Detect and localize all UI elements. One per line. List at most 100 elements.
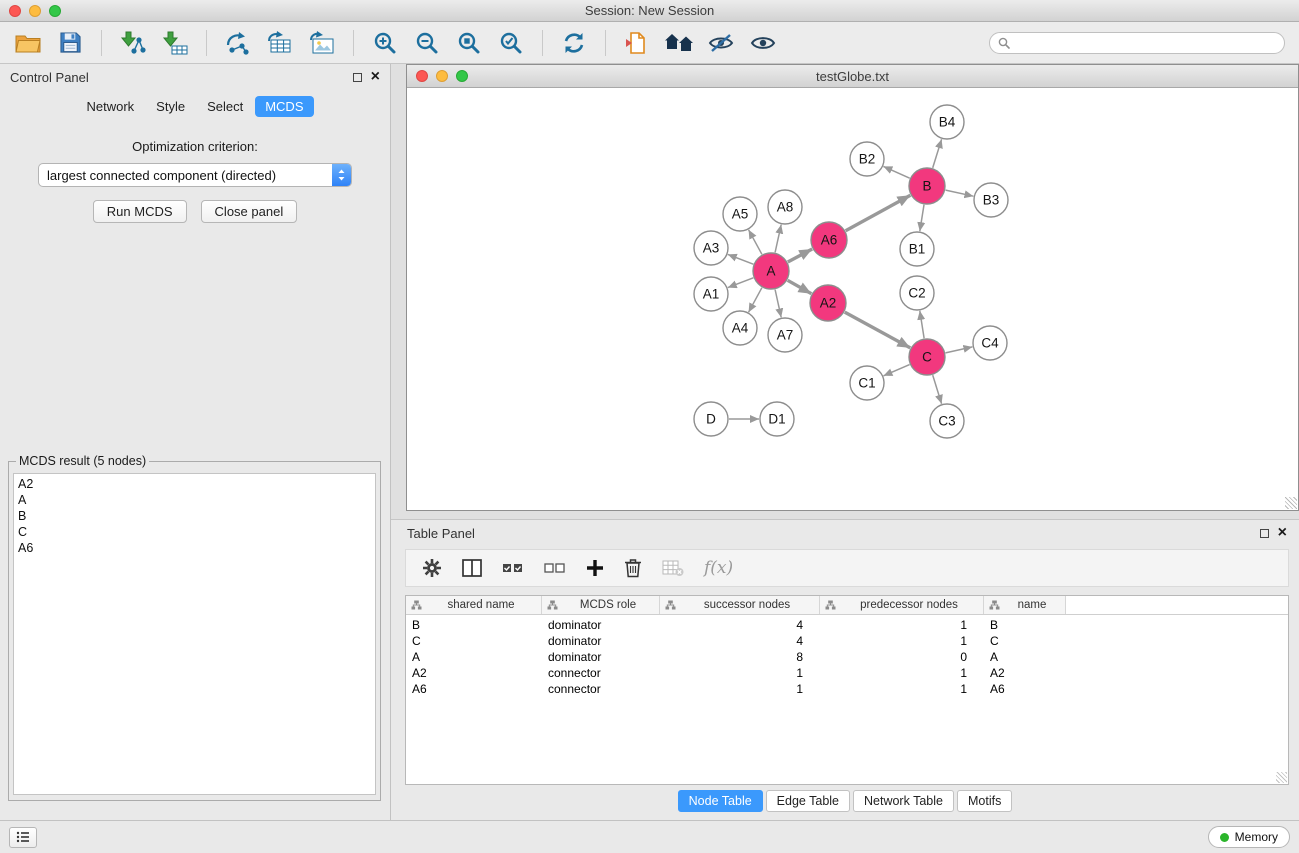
edge-A-A5[interactable]	[749, 230, 762, 255]
graph-node-C1[interactable]: C1	[850, 366, 884, 400]
graph-node-A6[interactable]: A6	[811, 222, 847, 258]
tab-network[interactable]: Network	[76, 96, 144, 117]
graph-node-C3[interactable]: C3	[930, 404, 964, 438]
edge-B-B3[interactable]	[946, 190, 974, 196]
mcds-result-item[interactable]: A2	[18, 476, 375, 492]
tab-edge-table[interactable]: Edge Table	[766, 790, 850, 812]
edge-A-A8[interactable]	[775, 225, 781, 253]
zoom-fit-button[interactable]	[451, 26, 487, 60]
edge-A-A2[interactable]	[788, 280, 812, 293]
save-session-button[interactable]	[52, 26, 88, 60]
deselect-all-button[interactable]	[544, 561, 566, 575]
edge-B-B4[interactable]	[933, 139, 942, 168]
edge-C-C2[interactable]	[920, 311, 924, 338]
edge-A6-B[interactable]	[846, 195, 911, 231]
graph-node-B4[interactable]: B4	[930, 105, 964, 139]
close-table-panel-icon[interactable]: ×	[1278, 525, 1287, 541]
home-views-button[interactable]	[661, 26, 697, 60]
run-mcds-button[interactable]: Run MCDS	[93, 200, 187, 223]
table-row-B[interactable]: Bdominator41B	[406, 617, 1288, 633]
close-network-window-button[interactable]	[416, 70, 428, 82]
search-input[interactable]	[1015, 36, 1276, 50]
tab-motifs[interactable]: Motifs	[957, 790, 1012, 812]
close-window-button[interactable]	[9, 5, 21, 17]
memory-button[interactable]: Memory	[1208, 826, 1290, 848]
hide-details-button[interactable]	[703, 26, 739, 60]
tab-style[interactable]: Style	[146, 96, 195, 117]
edge-A-A1[interactable]	[728, 278, 754, 288]
mcds-result-item[interactable]: C	[18, 524, 375, 540]
zoom-out-button[interactable]	[409, 26, 445, 60]
graph-node-B3[interactable]: B3	[974, 183, 1008, 217]
graph-node-A4[interactable]: A4	[723, 311, 757, 345]
zoom-selected-button[interactable]	[493, 26, 529, 60]
graph-node-A3[interactable]: A3	[694, 231, 728, 265]
optimization-dropdown[interactable]: largest connected component (directed)	[38, 163, 352, 187]
column-header-predecessor-nodes[interactable]: predecessor nodes	[820, 596, 984, 614]
edge-C-C4[interactable]	[946, 347, 973, 353]
close-panel-button[interactable]: Close panel	[201, 200, 298, 223]
tab-mcds[interactable]: MCDS	[255, 96, 313, 117]
tab-select[interactable]: Select	[197, 96, 253, 117]
graph-node-B[interactable]: B	[909, 168, 945, 204]
tab-node-table[interactable]: Node Table	[678, 790, 763, 812]
export-image-button[interactable]	[304, 26, 340, 60]
search-field[interactable]	[989, 32, 1285, 54]
show-columns-button[interactable]	[462, 559, 482, 577]
column-header-MCDS-role[interactable]: MCDS role	[542, 596, 660, 614]
graph-node-D[interactable]: D	[694, 402, 728, 436]
select-all-button[interactable]	[502, 561, 524, 575]
column-header-name[interactable]: name	[984, 596, 1066, 614]
edge-C-C1[interactable]	[884, 365, 910, 376]
mcds-result-item[interactable]: A6	[18, 540, 375, 556]
float-table-panel-icon[interactable]	[1260, 529, 1269, 538]
minimize-network-window-button[interactable]	[436, 70, 448, 82]
column-header-shared-name[interactable]: shared name	[406, 596, 542, 614]
zoom-in-button[interactable]	[367, 26, 403, 60]
network-canvas[interactable]: B4B2BB3A5A8A6B1A3AC2A1A2A4A7C4CC1C3DD1	[407, 88, 1298, 510]
table-row-A2[interactable]: A2connector11A2	[406, 665, 1288, 681]
column-header-successor-nodes[interactable]: successor nodes	[660, 596, 820, 614]
new-network-button[interactable]	[220, 26, 256, 60]
graph-node-A1[interactable]: A1	[694, 277, 728, 311]
import-table-button[interactable]	[157, 26, 193, 60]
graph-node-A7[interactable]: A7	[768, 318, 802, 352]
task-history-button[interactable]	[9, 827, 37, 848]
zoom-window-button[interactable]	[49, 5, 61, 17]
zoom-network-window-button[interactable]	[456, 70, 468, 82]
graph-node-A5[interactable]: A5	[723, 197, 757, 231]
mcds-result-item[interactable]: A	[18, 492, 375, 508]
edge-A-A7[interactable]	[775, 290, 781, 318]
graph-node-C2[interactable]: C2	[900, 276, 934, 310]
open-session-button[interactable]	[10, 26, 46, 60]
document-button[interactable]	[619, 26, 655, 60]
edge-B-B1[interactable]	[920, 205, 924, 231]
minimize-window-button[interactable]	[29, 5, 41, 17]
delete-table-button[interactable]	[662, 559, 684, 577]
float-panel-icon[interactable]	[353, 73, 362, 82]
table-row-A6[interactable]: A6connector11A6	[406, 681, 1288, 697]
graph-node-A8[interactable]: A8	[768, 190, 802, 224]
edge-A2-C[interactable]	[845, 312, 911, 348]
delete-column-button[interactable]	[624, 558, 642, 578]
graph-node-C4[interactable]: C4	[973, 326, 1007, 360]
tab-network-table[interactable]: Network Table	[853, 790, 954, 812]
graph-node-B1[interactable]: B1	[900, 232, 934, 266]
table-row-C[interactable]: Cdominator41C	[406, 633, 1288, 649]
graph-node-D1[interactable]: D1	[760, 402, 794, 436]
add-column-button[interactable]	[586, 559, 604, 577]
function-builder-button[interactable]: f(x)	[704, 558, 733, 578]
table-row-A[interactable]: Adominator80A	[406, 649, 1288, 665]
edge-A-A3[interactable]	[728, 254, 754, 264]
graph-node-A[interactable]: A	[753, 253, 789, 289]
graph-node-A2[interactable]: A2	[810, 285, 846, 321]
apply-layout-button[interactable]	[556, 26, 592, 60]
graph-node-B2[interactable]: B2	[850, 142, 884, 176]
table-settings-button[interactable]	[422, 558, 442, 578]
edge-C-C3[interactable]	[933, 375, 942, 404]
edge-A-A4[interactable]	[749, 288, 762, 313]
edge-A-A6[interactable]	[788, 249, 812, 262]
show-details-button[interactable]	[745, 26, 781, 60]
close-panel-icon[interactable]: ×	[371, 69, 380, 85]
edge-B-B2[interactable]	[883, 166, 909, 178]
